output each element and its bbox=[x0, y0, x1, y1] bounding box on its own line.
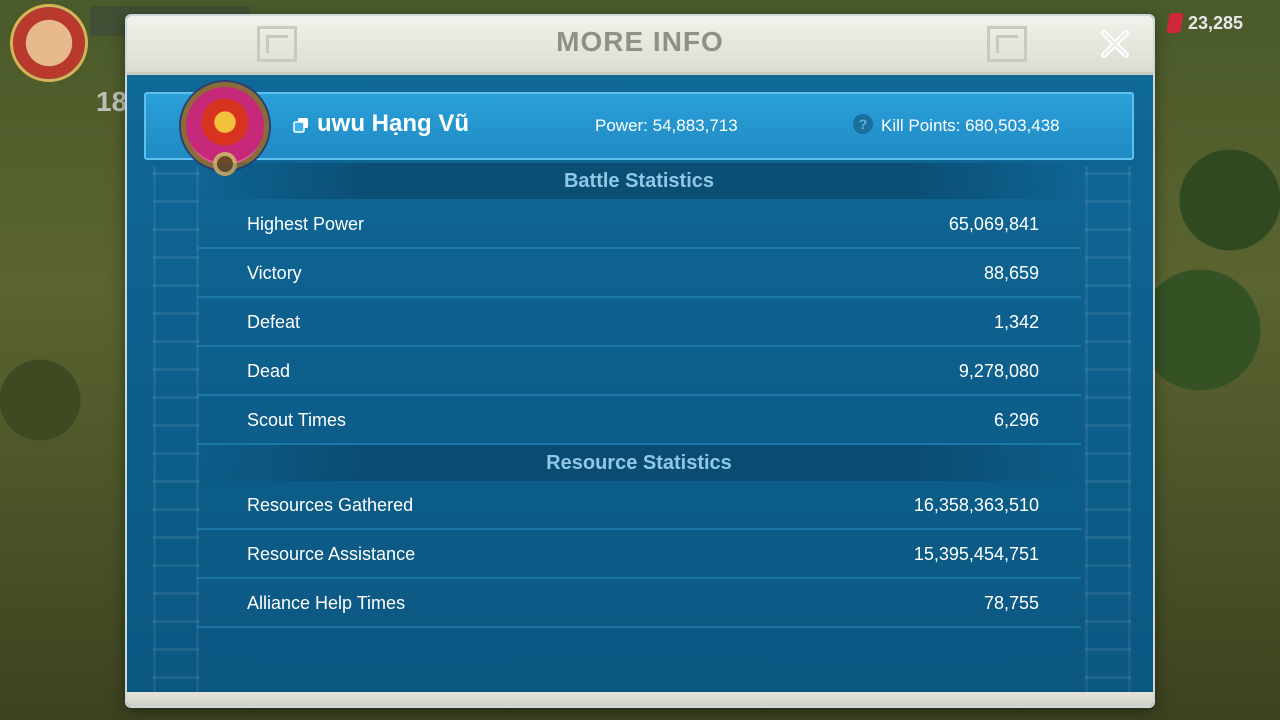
modal-header: MORE INFO bbox=[127, 16, 1153, 75]
stat-row: Victory 88,659 bbox=[197, 250, 1081, 298]
help-icon[interactable]: ? bbox=[853, 114, 873, 134]
stat-label: Highest Power bbox=[247, 214, 365, 234]
battle-statistics-header: Battle Statistics bbox=[197, 163, 1081, 199]
stat-row: Scout Times 6,296 bbox=[197, 397, 1081, 445]
player-avatar[interactable] bbox=[175, 76, 275, 176]
border-pattern-left bbox=[153, 166, 199, 696]
stat-label: Resources Gathered bbox=[247, 495, 414, 515]
stat-value: 88,659 bbox=[983, 263, 1039, 283]
modal-title: MORE INFO bbox=[556, 26, 724, 57]
stat-row: Defeat 1,342 bbox=[197, 299, 1081, 347]
close-button[interactable] bbox=[1095, 24, 1135, 64]
stat-value: 6,296 bbox=[993, 410, 1039, 430]
stat-row: Alliance Help Times 78,755 bbox=[197, 580, 1081, 628]
stat-label: Victory bbox=[247, 263, 302, 283]
stat-value: 16,358,363,510 bbox=[913, 495, 1039, 515]
governor-level: 18 bbox=[96, 86, 128, 117]
stat-row: Resource Assistance 15,395,454,751 bbox=[197, 531, 1081, 579]
stat-label: Dead bbox=[247, 361, 291, 381]
gem-currency[interactable]: 23,285 bbox=[1166, 10, 1244, 36]
resource-statistics-header: Resource Statistics bbox=[197, 445, 1081, 481]
border-pattern-right bbox=[1085, 166, 1131, 696]
stat-value: 65,069,841 bbox=[948, 214, 1039, 234]
more-info-modal: MORE INFO uwu Hạng Vũ Power: 54,883,713 … bbox=[127, 16, 1153, 706]
stat-label: Scout Times bbox=[247, 410, 347, 430]
stat-value: 1,342 bbox=[993, 312, 1039, 332]
player-name: uwu Hạng Vũ bbox=[317, 110, 469, 137]
stat-value: 78,755 bbox=[983, 593, 1039, 613]
stat-row: Resources Gathered 16,358,363,510 bbox=[197, 482, 1081, 530]
stat-label: Resource Assistance bbox=[247, 544, 416, 564]
gem-icon bbox=[1166, 13, 1184, 33]
copy-icon[interactable] bbox=[293, 117, 309, 133]
stat-value: 9,278,080 bbox=[958, 361, 1039, 381]
gem-count: 23,285 bbox=[1188, 12, 1244, 33]
stat-row: Highest Power 65,069,841 bbox=[197, 201, 1081, 249]
close-icon bbox=[1101, 30, 1129, 58]
governor-avatar[interactable] bbox=[10, 4, 88, 82]
stat-label: Defeat bbox=[247, 312, 301, 332]
modal-footer bbox=[127, 692, 1153, 706]
stat-label: Alliance Help Times bbox=[247, 593, 406, 613]
player-power: Power: 54,883,713 bbox=[595, 116, 738, 135]
stat-row: Dead 9,278,080 bbox=[197, 348, 1081, 396]
player-kill-points: Kill Points: 680,503,438 bbox=[881, 116, 1060, 135]
stat-value: 15,395,454,751 bbox=[913, 544, 1039, 564]
